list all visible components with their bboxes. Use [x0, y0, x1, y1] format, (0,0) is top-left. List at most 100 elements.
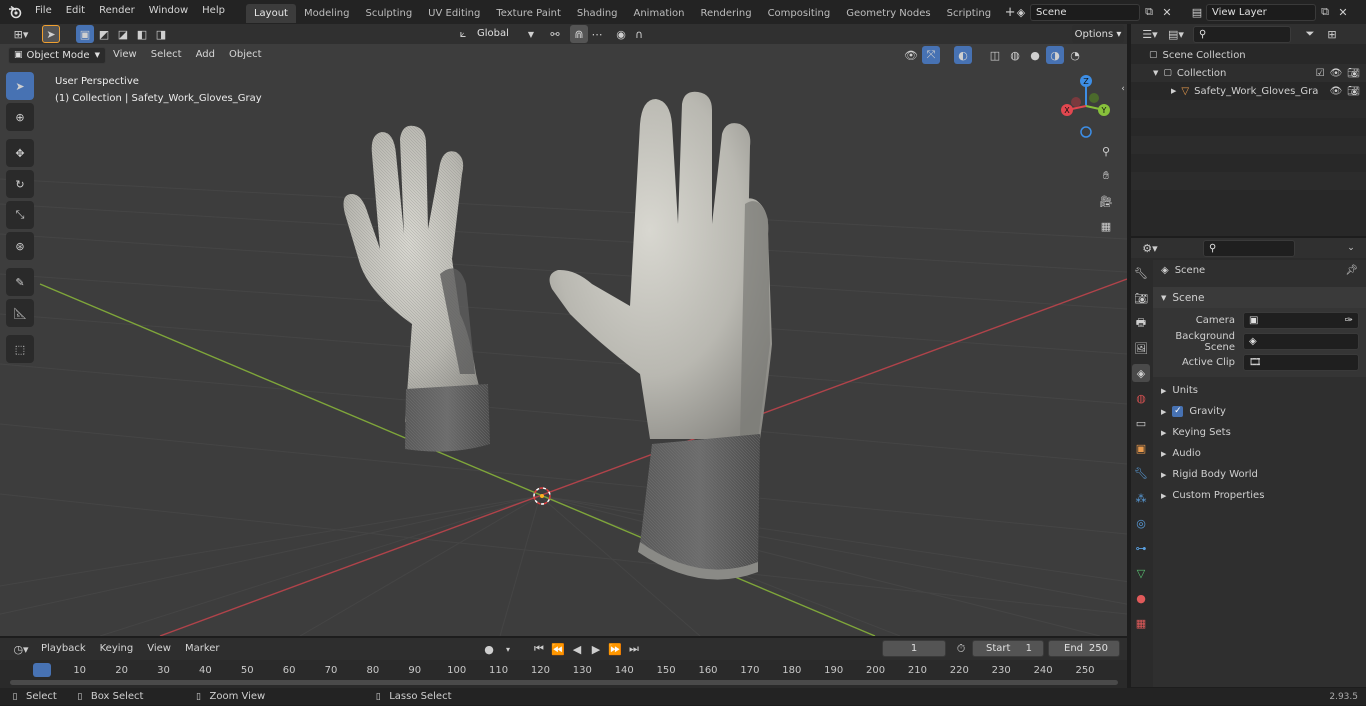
xray-icon[interactable]: ◫ [986, 46, 1004, 64]
jump-start-icon[interactable]: ⏮ [530, 640, 548, 658]
eyedropper-icon[interactable]: ✑ [1345, 313, 1353, 328]
playhead[interactable] [33, 663, 51, 677]
menu-timeline-view[interactable]: View [140, 639, 178, 659]
editor-type-icon[interactable]: ⊞▾ [8, 25, 34, 43]
filter-icon[interactable]: ⏷ [1301, 25, 1319, 43]
current-frame-field[interactable]: 1 [882, 640, 946, 657]
tab-sculpting[interactable]: Sculpting [357, 4, 420, 23]
copy-view-layer-icon[interactable]: ⧉ [1316, 3, 1334, 21]
outliner-search-input[interactable]: ⚲ [1193, 25, 1291, 43]
frame-ruler[interactable]: 1102030405060708090100110120130140150160… [0, 665, 1127, 679]
tool-cursor[interactable]: ⊕ [6, 103, 34, 131]
rendered-shading-icon[interactable]: ◔ [1066, 46, 1084, 64]
start-frame-field[interactable]: Start 1 [972, 640, 1044, 657]
tab-rendering[interactable]: Rendering [692, 4, 759, 23]
expand-arrow-icon[interactable]: ▼ [1153, 69, 1158, 77]
blender-logo-icon[interactable] [6, 3, 24, 21]
material-tab-icon[interactable]: ● [1132, 589, 1150, 607]
overlay-toggle-icon[interactable]: ◐ [954, 46, 972, 64]
material-shading-icon[interactable]: ◑ [1046, 46, 1064, 64]
mode-dropdown[interactable]: ▣ Object Mode ▼ [8, 46, 106, 64]
data-tab-icon[interactable]: ▽ [1132, 564, 1150, 582]
play-icon[interactable]: ▶ [587, 640, 605, 658]
display-mode-icon[interactable]: ▤▾ [1163, 25, 1189, 43]
chevron-down-icon[interactable]: ⌄ [1342, 239, 1360, 257]
viewport-scene[interactable] [0, 44, 1127, 636]
timeline-scrollbar[interactable] [10, 680, 1118, 685]
tool-select-box[interactable]: ➤ [6, 72, 34, 100]
stopwatch-icon[interactable]: ⏱ [952, 640, 970, 658]
gravity-checkbox[interactable]: ✓ [1172, 406, 1184, 417]
3d-viewport[interactable]: User Perspective (1) Collection | Safety… [0, 44, 1127, 636]
panel-gravity[interactable]: ▶ ✓ Gravity [1153, 401, 1366, 422]
checkbox-icon[interactable]: ☑ [1316, 68, 1325, 79]
tab-layout[interactable]: Layout [245, 4, 296, 23]
camera-icon[interactable]: 📷︎ [1347, 86, 1360, 97]
menu-file[interactable]: File [28, 0, 59, 24]
tool-measure[interactable]: 📐︎ [6, 299, 34, 327]
pin-icon[interactable]: 📌︎ [1345, 265, 1358, 276]
tool-scale[interactable]: ⤡ [6, 201, 34, 229]
tool-tab-icon[interactable]: 🔧︎ [1132, 264, 1150, 282]
active-clip-field[interactable]: 🎞︎ [1243, 354, 1359, 371]
pan-hand-icon[interactable]: ✋︎ [1097, 167, 1115, 185]
snap-target-icon[interactable]: ⋯ [588, 25, 606, 43]
camera-icon[interactable]: 📷︎ [1347, 68, 1360, 79]
navigation-gizmo[interactable]: Z Y X [1056, 72, 1120, 140]
wireframe-shading-icon[interactable]: ◍ [1006, 46, 1024, 64]
menu-select[interactable]: Select [144, 45, 189, 65]
menu-window[interactable]: Window [142, 0, 195, 24]
output-tab-icon[interactable]: 🖶︎ [1132, 314, 1150, 332]
panel-custom-properties[interactable]: ▶ Custom Properties [1153, 485, 1366, 506]
outliner-editor-icon[interactable]: ☰▾ [1137, 25, 1163, 43]
tool-move[interactable]: ✥ [6, 139, 34, 167]
tab-uv-editing[interactable]: UV Editing [420, 4, 488, 23]
prev-keyframe-icon[interactable]: ⏪ [549, 640, 567, 658]
record-icon[interactable]: ● [480, 640, 498, 658]
next-keyframe-icon[interactable]: ⏩ [606, 640, 624, 658]
copy-scene-icon[interactable]: ⧉ [1140, 3, 1158, 21]
gizmo-toggle-icon[interactable]: ⤧ [922, 46, 940, 64]
tab-compositing[interactable]: Compositing [760, 4, 839, 23]
visibility-icon[interactable]: 👁︎ [902, 46, 920, 64]
outliner-row-object[interactable]: ▶ ▽ Safety_Work_Gloves_Gra 👁︎ 📷︎ [1131, 82, 1366, 100]
scene-panel-header[interactable]: ▼ Scene [1153, 287, 1366, 308]
new-collection-icon[interactable]: ⊞ [1323, 25, 1341, 43]
view-layer-field[interactable]: View Layer [1206, 3, 1316, 21]
falloff-icon[interactable]: ∩ [630, 25, 648, 43]
menu-marker[interactable]: Marker [178, 639, 227, 659]
tab-modeling[interactable]: Modeling [296, 4, 358, 23]
eye-icon[interactable]: 👁︎ [1330, 86, 1343, 97]
scene-tab-icon[interactable]: ◈ [1132, 364, 1150, 382]
menu-render[interactable]: Render [92, 0, 142, 24]
collection-tab-icon[interactable]: ▭ [1132, 414, 1150, 432]
pivot-icon[interactable]: ⚯ [546, 25, 564, 43]
background-scene-field[interactable]: ◈ [1243, 333, 1359, 350]
tab-shading[interactable]: Shading [569, 4, 626, 23]
modifier-tab-icon[interactable]: 🔧︎ [1132, 464, 1150, 482]
camera-field[interactable]: ▣ ✑ [1243, 312, 1359, 329]
scene-icon[interactable]: ◈ [1012, 3, 1030, 21]
tab-geometry-nodes[interactable]: Geometry Nodes [838, 4, 938, 23]
tab-scripting[interactable]: Scripting [939, 4, 999, 23]
menu-playback[interactable]: Playback [34, 639, 93, 659]
panel-rigid-body-world[interactable]: ▶ Rigid Body World [1153, 464, 1366, 485]
timeline-editor-icon[interactable]: ◷▾ [8, 640, 34, 658]
select-tool-icon[interactable]: ➤ [42, 25, 60, 43]
zoom-icon[interactable]: ⚲ [1097, 142, 1115, 160]
solid-shading-icon[interactable]: ● [1026, 46, 1044, 64]
select-extend-icon[interactable]: ◩ [95, 25, 113, 43]
eye-icon[interactable]: 👁︎ [1330, 68, 1343, 79]
ortho-grid-icon[interactable]: ▦ [1097, 217, 1115, 235]
select-intersect-icon[interactable]: ◨ [152, 25, 170, 43]
properties-editor-icon[interactable]: ⚙▾ [1137, 239, 1163, 257]
proportional-edit-icon[interactable]: ◉ [612, 25, 630, 43]
outliner-row-collection[interactable]: ▼ ▢ Collection ☑ 👁︎ 📷︎ [1131, 64, 1366, 82]
tool-annotate[interactable]: ✎ [6, 268, 34, 296]
view-layer-icon[interactable]: ▤ [1188, 3, 1206, 21]
scene-name-field[interactable]: Scene [1030, 3, 1140, 21]
object-tab-icon[interactable]: ▣ [1132, 439, 1150, 457]
panel-units[interactable]: ▶ Units [1153, 380, 1366, 401]
collapse-sidebar-icon[interactable]: ‹ [1114, 80, 1127, 98]
select-subtract-icon[interactable]: ◪ [114, 25, 132, 43]
